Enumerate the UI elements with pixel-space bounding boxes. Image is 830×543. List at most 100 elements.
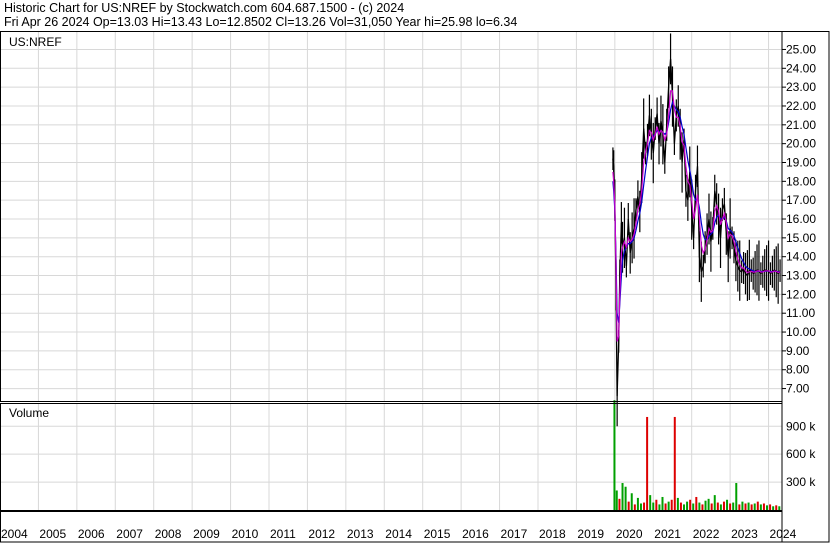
volume-bar xyxy=(775,505,778,510)
price-axis-tick-label: 9.00 xyxy=(786,344,810,358)
volume-bar xyxy=(661,496,664,510)
year-axis-tick-label: 2005 xyxy=(39,527,66,541)
volume-bar xyxy=(726,499,729,510)
historic-chart: Historic Chart for US:NREF by Stockwatch… xyxy=(0,0,830,543)
volume-bar xyxy=(649,495,652,510)
volume-bar xyxy=(747,502,750,510)
price-axis-tick-label: 18.00 xyxy=(786,174,816,188)
price-axis-tick-label: 19.00 xyxy=(786,155,816,169)
year-axis-tick-label: 2013 xyxy=(347,527,374,541)
volume-bar xyxy=(670,499,673,510)
price-axis-tick-label: 21.00 xyxy=(786,118,816,132)
price-axis: 25.00 24.00 23.00 22.00 21.00 20.00 19.00 18.00… xyxy=(782,42,816,396)
moving-average-series xyxy=(612,90,781,342)
volume-bar xyxy=(652,502,655,510)
price-axis-tick-label: 13.00 xyxy=(786,269,816,283)
volume-bar xyxy=(673,416,676,510)
ticker-label: US:NREF xyxy=(9,35,62,49)
volume-bar xyxy=(683,504,686,510)
volume-bar xyxy=(719,504,722,510)
price-axis-tick-label: 22.00 xyxy=(786,99,816,113)
volume-bar xyxy=(627,501,630,510)
volume-bar xyxy=(643,502,646,510)
volume-bar xyxy=(738,504,741,510)
volume-bar xyxy=(689,499,692,510)
price-axis-tick-label: 23.00 xyxy=(786,80,816,94)
volume-bar xyxy=(695,496,698,510)
price-axis-tick-label: 25.00 xyxy=(786,42,816,56)
volume-bars xyxy=(613,400,781,510)
volume-bar xyxy=(778,506,781,510)
volume-bar xyxy=(713,495,716,510)
volume-bar xyxy=(667,501,670,510)
grid-lines xyxy=(0,31,782,510)
volume-bar xyxy=(741,501,744,510)
volume-panel-frame xyxy=(0,403,783,511)
price-axis-tick-label: 20.00 xyxy=(786,137,816,151)
volume-bar xyxy=(613,400,616,510)
year-axis-tick-label: 2020 xyxy=(616,527,643,541)
year-axis-tick-label: 2007 xyxy=(116,527,143,541)
volume-bar xyxy=(704,500,707,510)
volume-axis-tick-label: 600 k xyxy=(786,447,816,461)
volume-axis: 900 k 600 k 300 k xyxy=(786,419,816,489)
volume-bar xyxy=(655,499,658,510)
year-axis-tick-label: 2006 xyxy=(78,527,105,541)
volume-bar xyxy=(639,503,642,510)
volume-bar xyxy=(722,501,725,510)
year-axis-tick-label: 2014 xyxy=(385,527,412,541)
price-axis-tick-label: 12.00 xyxy=(786,287,816,301)
year-axis-tick-label: 2022 xyxy=(693,527,720,541)
volume-bar xyxy=(686,501,689,510)
volume-bar xyxy=(759,504,762,510)
price-series xyxy=(612,33,781,427)
volume-bar xyxy=(636,497,639,510)
year-axis-tick-label: 2011 xyxy=(270,527,296,541)
price-axis-tick-label: 15.00 xyxy=(786,231,816,245)
year-axis-tick-label: 2021 xyxy=(654,527,681,541)
volume-bar xyxy=(664,503,667,510)
volume-bar xyxy=(707,498,710,510)
volume-bar xyxy=(744,503,747,510)
year-axis-tick-label: 2012 xyxy=(308,527,335,541)
volume-bar xyxy=(769,504,772,510)
volume-bar xyxy=(618,498,621,510)
volume-bar xyxy=(630,493,633,510)
volume-bar xyxy=(732,502,735,510)
year-axis-tick-label: 2016 xyxy=(462,527,489,541)
year-axis: 2004 2005 2006 2007 2008 2009 2010 2011 2012 2013… xyxy=(1,527,797,541)
volume-label: Volume xyxy=(9,406,49,420)
volume-bar xyxy=(615,490,618,510)
volume-bar xyxy=(698,502,701,510)
year-axis-tick-label: 2024 xyxy=(770,527,797,541)
volume-axis-tick-label: 300 k xyxy=(786,475,816,489)
panel-frames xyxy=(0,31,830,543)
price-line xyxy=(612,58,781,397)
volume-bar xyxy=(701,504,704,510)
volume-bar xyxy=(729,503,732,510)
price-axis-tick-label: 8.00 xyxy=(786,363,810,377)
volume-bar xyxy=(766,505,769,510)
volume-bar xyxy=(772,506,775,510)
volume-bar xyxy=(753,503,756,510)
volume-bar xyxy=(762,503,765,510)
volume-bar xyxy=(633,504,636,510)
volume-bar xyxy=(621,483,624,510)
moving-average-short-line xyxy=(612,90,781,342)
year-axis-tick-label: 2004 xyxy=(1,527,28,541)
year-axis-tick-label: 2023 xyxy=(731,527,758,541)
price-axis-tick-label: 7.00 xyxy=(786,382,810,396)
year-axis-tick-label: 2008 xyxy=(155,527,182,541)
volume-bar xyxy=(750,504,753,510)
volume-bar xyxy=(624,486,627,510)
year-axis-tick-label: 2015 xyxy=(424,527,451,541)
price-axis-tick-label: 11.00 xyxy=(786,306,815,320)
volume-bar xyxy=(646,416,649,510)
year-axis-tick-label: 2010 xyxy=(232,527,259,541)
price-axis-tick-label: 24.00 xyxy=(786,61,816,75)
year-axis-tick-label: 2009 xyxy=(193,527,220,541)
volume-bar xyxy=(735,483,738,510)
volume-bar xyxy=(658,504,661,510)
year-axis-tick-label: 2017 xyxy=(501,527,528,541)
price-axis-tick-label: 16.00 xyxy=(786,212,816,226)
